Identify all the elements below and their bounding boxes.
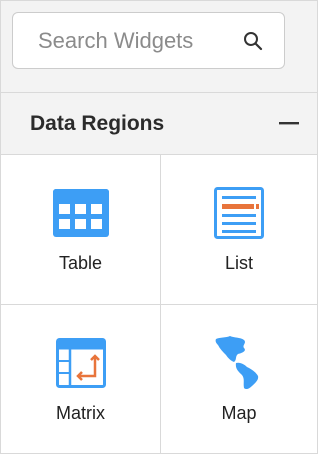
search-box[interactable] xyxy=(12,12,285,69)
widget-label-table: Table xyxy=(58,253,103,273)
collapse-icon[interactable] xyxy=(279,114,299,134)
data-regions-header[interactable]: Data Regions xyxy=(1,93,317,155)
widget-label-matrix: Matrix xyxy=(56,403,105,423)
list-icon xyxy=(211,185,267,241)
widget-tile-table[interactable]: Table xyxy=(1,155,161,305)
widget-label-list: List xyxy=(224,253,253,273)
search-area xyxy=(1,1,317,93)
widget-tile-map[interactable]: Map xyxy=(161,305,317,454)
widget-panel: Data Regions xyxy=(0,0,318,454)
widget-tile-matrix[interactable]: Matrix xyxy=(1,305,161,454)
widget-tile-list[interactable]: List xyxy=(161,155,317,305)
section-title: Data Regions xyxy=(30,111,165,135)
matrix-icon xyxy=(53,335,109,391)
widget-grid: Table List Matrix Map xyxy=(1,155,317,454)
search-input[interactable] xyxy=(38,27,242,54)
table-icon xyxy=(52,185,109,241)
map-icon xyxy=(211,335,267,391)
search-icon[interactable] xyxy=(242,30,264,52)
widget-label-map: Map xyxy=(221,403,257,423)
